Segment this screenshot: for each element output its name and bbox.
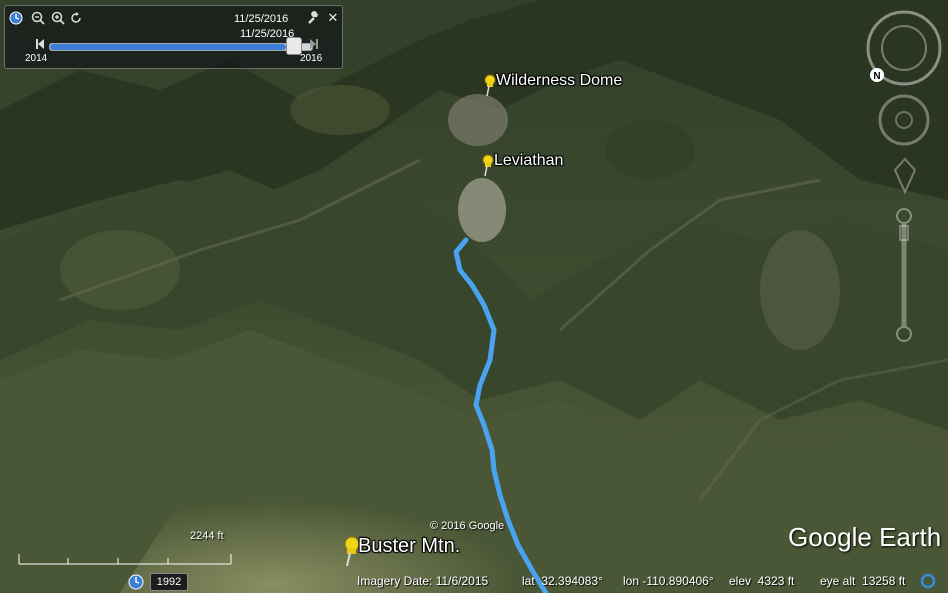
close-icon[interactable]: ✕ <box>326 11 340 25</box>
wrench-icon[interactable] <box>307 11 321 25</box>
zoom-in-icon[interactable] <box>51 11 65 25</box>
map-viewport[interactable] <box>0 0 948 593</box>
pushpin-icon <box>344 536 360 567</box>
latitude: lat 32.394083° <box>522 574 603 588</box>
google-earth-logo: Google Earth <box>788 522 942 552</box>
clock-icon[interactable] <box>128 574 144 590</box>
placemark-leviathan[interactable] <box>480 154 494 181</box>
scale-label: 2244 ft <box>190 530 224 542</box>
slider-track[interactable] <box>49 43 313 51</box>
zoom-slider[interactable] <box>892 206 916 346</box>
historical-year-badge[interactable]: 1992 <box>150 573 188 591</box>
gps-track <box>453 237 549 593</box>
start-year: 2014 <box>25 53 48 64</box>
status-globe-icon[interactable] <box>920 573 936 589</box>
placemark-wilderness-dome[interactable] <box>482 74 496 101</box>
skip-end-icon[interactable] <box>307 38 321 52</box>
placemark-label[interactable]: Wilderness Dome <box>496 72 622 90</box>
current-date: 11/25/2016 <box>234 13 289 25</box>
zoom-out-icon[interactable] <box>31 11 45 25</box>
pushpin-icon <box>484 74 496 97</box>
skip-start-icon[interactable] <box>33 38 47 52</box>
placemark-label[interactable]: Buster Mtn. <box>358 535 460 558</box>
look-icon[interactable] <box>876 92 932 148</box>
elevation: elev 4323 ft <box>729 574 795 588</box>
end-year: 2016 <box>300 53 323 64</box>
compass-icon[interactable]: N <box>864 8 944 88</box>
imagery-date: Imagery Date: 11/6/2015 <box>357 574 489 588</box>
historical-imagery-slider[interactable]: 11/25/2016 ✕ 11/25/2016 2014 2016 <box>4 5 343 69</box>
scale-bar <box>18 554 232 565</box>
longitude: lon -110.890406° <box>623 574 714 588</box>
svg-text:N: N <box>873 71 880 82</box>
move-icon[interactable] <box>890 156 920 196</box>
eye-altitude: eye alt 13258 ft <box>820 574 906 588</box>
copyright-text: © 2016 Google <box>430 520 505 532</box>
clock-icon[interactable] <box>9 11 23 25</box>
placemark-label[interactable]: Leviathan <box>494 152 563 170</box>
pushpin-icon <box>482 154 494 177</box>
refresh-icon[interactable] <box>69 11 83 25</box>
slider-fill <box>50 44 286 50</box>
placemark-buster-mtn[interactable] <box>340 536 360 571</box>
